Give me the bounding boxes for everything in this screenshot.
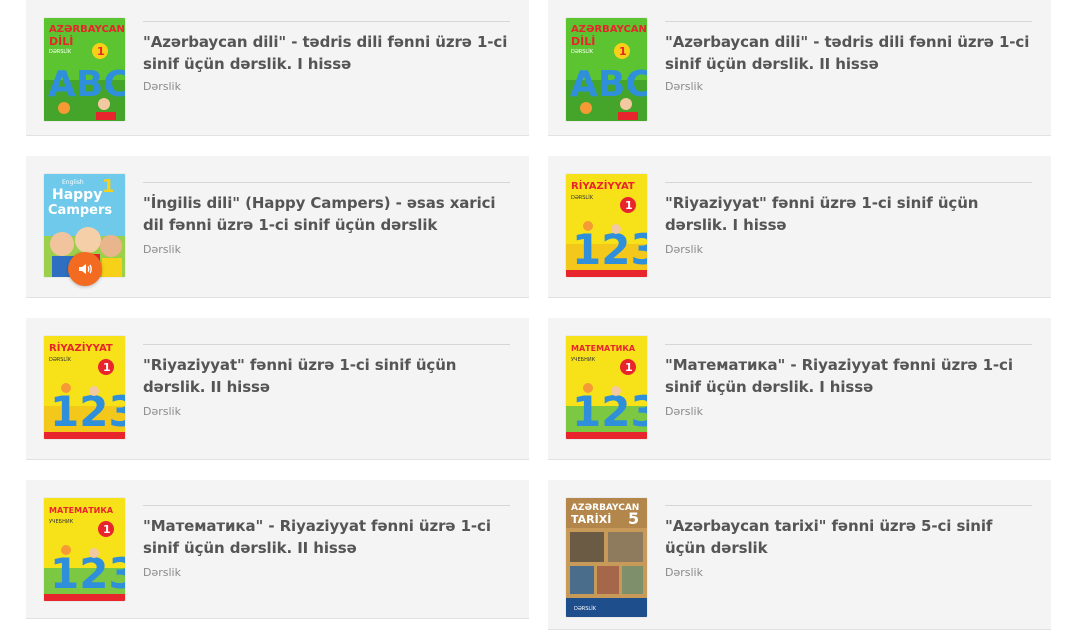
- book-cover[interactable]: RİYAZİYYAT DƏRSLİK 1 123: [566, 174, 647, 277]
- svg-text:ABC: ABC: [570, 64, 647, 105]
- svg-text:English: English: [62, 179, 84, 186]
- audio-button[interactable]: [68, 252, 102, 286]
- book-cover[interactable]: МАТЕМАТИКА УЧЕБНИК 1 123: [566, 336, 647, 439]
- cover-riyaziyyat-art: RİYAZİYYAT DƏRSLİK 1 123: [44, 336, 125, 439]
- divider: [665, 344, 1032, 345]
- cover-riyaziyyat-art: RİYAZİYYAT DƏRSLİK 1 123: [566, 174, 647, 277]
- book-cover[interactable]: RİYAZİYYAT DƏRSLİK 1 123: [44, 336, 125, 439]
- svg-text:МАТЕМАТИКА: МАТЕМАТИКА: [571, 344, 636, 353]
- book-title[interactable]: "Riyaziyyat" fənni üzrə 1-ci sinif üçün …: [143, 354, 510, 398]
- divider: [143, 21, 510, 22]
- cover-matematika-art: МАТЕМАТИКА УЧЕБНИК 1 123: [44, 498, 125, 601]
- svg-text:DİLİ: DİLİ: [49, 34, 73, 48]
- divider: [665, 21, 1032, 22]
- svg-text:123: 123: [50, 549, 125, 598]
- book-title[interactable]: "İngilis dili" (Happy Campers) - əsas xa…: [143, 192, 510, 236]
- book-card[interactable]: RİYAZİYYAT DƏRSLİK 1 123 "Riyaziyyat" fə…: [548, 156, 1051, 298]
- book-title[interactable]: "Azərbaycan tarixi" fənni üzrə 5-ci sini…: [665, 515, 1032, 559]
- cover-tarix-art: AZƏRBAYCAN TARİXİ 5 DƏRSLİK: [566, 498, 647, 617]
- svg-text:DƏRSLİK: DƏRSLİK: [571, 48, 594, 55]
- svg-text:DƏRSLİK: DƏRSLİK: [571, 194, 594, 201]
- svg-text:1: 1: [619, 45, 627, 58]
- book-type: Dərslik: [143, 405, 181, 418]
- cover-azdili-art: AZƏRBAYCAN DİLİ DƏRSLİK 1 ABC: [566, 18, 647, 121]
- svg-text:УЧЕБНИК: УЧЕБНИК: [571, 357, 596, 363]
- book-type: Dərslik: [665, 243, 703, 256]
- svg-text:Happy: Happy: [52, 187, 102, 203]
- svg-text:1: 1: [102, 176, 115, 197]
- svg-text:TARİXİ: TARİXİ: [571, 512, 611, 526]
- svg-text:AZƏRBAYCAN: AZƏRBAYCAN: [571, 24, 647, 35]
- svg-text:AZƏRBAYCAN: AZƏRBAYCAN: [49, 24, 125, 35]
- svg-text:5: 5: [628, 509, 639, 528]
- svg-text:DƏRSLİK: DƏRSLİK: [49, 48, 72, 55]
- svg-text:1: 1: [97, 45, 105, 58]
- svg-text:RİYAZİYYAT: RİYAZİYYAT: [49, 340, 113, 354]
- book-type: Dərslik: [143, 243, 181, 256]
- cover-azdili-art: AZƏRBAYCAN DİLİ DƏRSLİK 1 ABC: [44, 18, 125, 121]
- book-title[interactable]: "Azərbaycan dili" - tədris dili fənni üz…: [143, 31, 510, 75]
- svg-text:1: 1: [625, 199, 633, 212]
- book-title[interactable]: "Математика" - Riyaziyyat fənni üzrə 1-c…: [665, 354, 1032, 398]
- book-title[interactable]: "Математика" - Riyaziyyat fənni üzrə 1-c…: [143, 515, 510, 559]
- svg-text:1: 1: [103, 523, 111, 536]
- cover-matematika-art: МАТЕМАТИКА УЧЕБНИК 1 123: [566, 336, 647, 439]
- svg-text:123: 123: [50, 387, 125, 436]
- book-cover[interactable]: AZƏRBAYCAN DİLİ DƏRSLİK 1 ABC: [566, 18, 647, 121]
- book-card[interactable]: МАТЕМАТИКА УЧЕБНИК 1 123 "Математика" - …: [548, 318, 1051, 460]
- book-card[interactable]: English Happy Campers 1 "İngilis dili" (…: [26, 156, 529, 298]
- speaker-icon: [79, 264, 92, 274]
- book-title[interactable]: "Riyaziyyat" fənni üzrə 1-ci sinif üçün …: [665, 192, 1032, 236]
- svg-text:123: 123: [572, 225, 647, 274]
- svg-text:УЧЕБНИК: УЧЕБНИК: [49, 519, 74, 525]
- book-type: Dərslik: [665, 80, 703, 93]
- book-card[interactable]: МАТЕМАТИКА УЧЕБНИК 1 123 "Математика" - …: [26, 480, 529, 619]
- divider: [143, 182, 510, 183]
- svg-text:Campers: Campers: [48, 203, 112, 218]
- book-card[interactable]: AZƏRBAYCAN DİLİ DƏRSLİK 1 ABC "Azərbayca…: [548, 0, 1051, 136]
- divider: [143, 505, 510, 506]
- divider: [665, 505, 1032, 506]
- book-type: Dərslik: [665, 566, 703, 579]
- book-type: Dərslik: [143, 566, 181, 579]
- divider: [143, 344, 510, 345]
- svg-text:RİYAZİYYAT: RİYAZİYYAT: [571, 178, 635, 192]
- book-card[interactable]: RİYAZİYYAT DƏRSLİK 1 123 "Riyaziyyat" fə…: [26, 318, 529, 460]
- svg-text:МАТЕМАТИКА: МАТЕМАТИКА: [49, 506, 114, 515]
- svg-text:DƏRSLİK: DƏRSLİK: [574, 605, 597, 612]
- svg-text:DƏRSLİK: DƏRSLİK: [49, 356, 72, 363]
- book-cover[interactable]: МАТЕМАТИКА УЧЕБНИК 1 123: [44, 498, 125, 601]
- book-type: Dərslik: [665, 405, 703, 418]
- book-card[interactable]: AZƏRBAYCAN TARİXİ 5 DƏRSLİK "Azərbaycan …: [548, 480, 1051, 630]
- book-cover[interactable]: AZƏRBAYCAN DİLİ DƏRSLİK 1 ABC: [44, 18, 125, 121]
- svg-text:123: 123: [572, 387, 647, 436]
- svg-text:DİLİ: DİLİ: [571, 34, 595, 48]
- book-type: Dərslik: [143, 80, 181, 93]
- svg-text:1: 1: [625, 361, 633, 374]
- divider: [665, 182, 1032, 183]
- svg-text:ABC: ABC: [48, 64, 125, 105]
- svg-text:1: 1: [103, 361, 111, 374]
- book-card[interactable]: AZƏRBAYCAN DİLİ DƏRSLİK 1 ABC "Azərbayca…: [26, 0, 529, 136]
- book-cover[interactable]: AZƏRBAYCAN TARİXİ 5 DƏRSLİK: [566, 498, 647, 617]
- book-title[interactable]: "Azərbaycan dili" - tədris dili fənni üz…: [665, 31, 1032, 75]
